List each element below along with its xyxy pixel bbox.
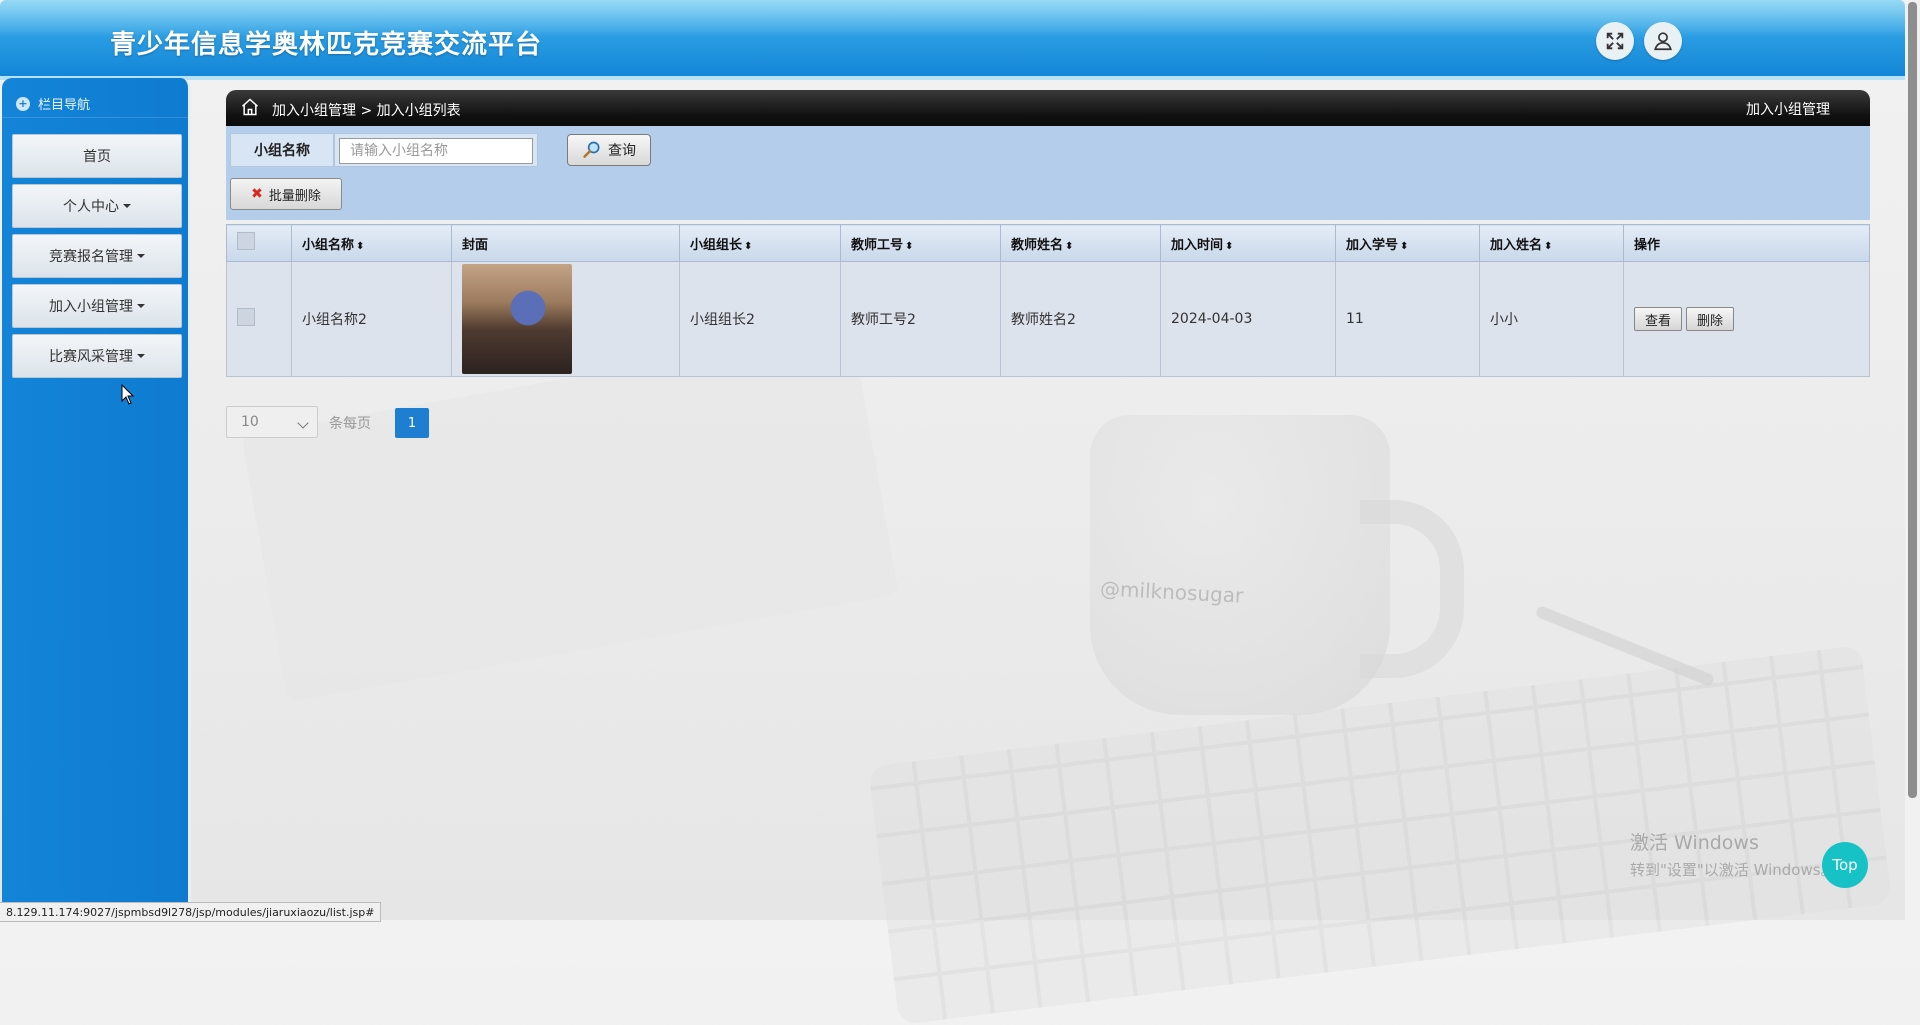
sort-icon: ⬍	[1400, 240, 1409, 252]
top-header: 青少年信息学奥林匹克竞赛交流平台	[0, 0, 1905, 80]
column-header[interactable]: 加入学号 ⬍	[1335, 224, 1480, 262]
home-icon[interactable]	[240, 97, 260, 117]
query-button[interactable]: 查询	[567, 134, 651, 166]
query-button-label: 查询	[608, 143, 636, 159]
column-header[interactable]: 小组名称 ⬍	[291, 224, 452, 262]
column-header[interactable]: 加入姓名 ⬍	[1479, 224, 1624, 262]
column-header[interactable]: 教师姓名 ⬍	[1000, 224, 1161, 262]
site-title: 青少年信息学奥林匹克竞赛交流平台	[110, 30, 543, 60]
view-button[interactable]: 查看	[1634, 307, 1683, 331]
fullscreen-button[interactable]	[1596, 22, 1634, 60]
sort-icon: ⬍	[744, 240, 753, 252]
group-name-search-input[interactable]	[339, 138, 533, 164]
windows-activation-watermark: 激活 Windows 转到"设置"以激活 Windows。	[1630, 828, 1836, 880]
mouse-cursor-icon	[121, 384, 135, 405]
row-select-cell	[226, 261, 292, 377]
join-group-table: 小组名称 ⬍ 封面 小组组长 ⬍ 教师工号 ⬍ 教师姓名 ⬍ 加入时间 ⬍ 加入学号 ⬍ 加…	[226, 224, 1870, 377]
chevron-down-icon	[297, 417, 309, 429]
column-header[interactable]: 教师工号 ⬍	[840, 224, 1001, 262]
user-button[interactable]	[1644, 22, 1682, 60]
page-size-value: 10	[241, 414, 259, 430]
search-label: 小组名称	[230, 133, 334, 167]
batch-delete-button[interactable]: ✖ 批量删除	[230, 178, 342, 210]
search-box	[334, 133, 538, 167]
sidebar-item-label: 首页	[83, 149, 111, 165]
sidebar-nav-header: + 栏目导航	[2, 90, 188, 118]
watermark-line2: 转到"设置"以激活 Windows。	[1630, 861, 1836, 879]
fullscreen-icon	[1606, 32, 1624, 50]
select-all-checkbox[interactable]	[237, 232, 255, 250]
delete-x-icon: ✖	[251, 186, 263, 202]
caret-down-icon	[123, 204, 131, 208]
sidebar-item-competition-signup[interactable]: 竞赛报名管理	[12, 234, 182, 278]
table-header-row: 小组名称 ⬍ 封面 小组组长 ⬍ 教师工号 ⬍ 教师姓名 ⬍ 加入时间 ⬍ 加入学号 ⬍ 加…	[226, 224, 1870, 262]
nav-circle-icon: +	[16, 96, 30, 111]
sidebar-item-personal-center[interactable]: 个人中心	[12, 184, 182, 228]
group-name-cell: 小组名称2	[291, 261, 452, 377]
sort-icon: ⬍	[1225, 240, 1234, 252]
sidebar-item-label: 个人中心	[63, 199, 119, 215]
column-header: 封面	[451, 224, 680, 262]
cover-image[interactable]	[462, 264, 572, 374]
actions-cell: 查看 删除	[1623, 261, 1870, 377]
sidebar-item-label: 竞赛报名管理	[49, 249, 133, 265]
sidebar-item-competition-gallery[interactable]: 比赛风采管理	[12, 334, 182, 378]
leader-cell: 小组组长2	[679, 261, 841, 377]
caret-down-icon	[137, 304, 145, 308]
per-page-label: 条每页	[329, 416, 371, 432]
breadcrumb-path: 加入小组管理 > 加入小组列表	[272, 103, 461, 119]
sidebar-item-home[interactable]: 首页	[12, 134, 182, 178]
sort-icon: ⬍	[1544, 240, 1553, 252]
select-all-header	[226, 224, 292, 262]
column-header: 操作	[1623, 224, 1870, 262]
delete-button[interactable]: 删除	[1686, 307, 1735, 331]
caret-down-icon	[137, 354, 145, 358]
table-row: 小组名称2 小组组长2 教师工号2 教师姓名2 2024-04-03 11 小小…	[226, 261, 1870, 377]
caret-down-icon	[137, 254, 145, 258]
background-tablet	[241, 328, 899, 702]
page-button-current[interactable]: 1	[395, 408, 429, 438]
sidebar-nav-title: 栏目导航	[38, 98, 91, 113]
browser-status-url: 8.129.11.174:9027/jspmbsd9l278/jsp/modul…	[0, 902, 382, 922]
search-icon	[583, 141, 600, 158]
sort-icon: ⬍	[356, 240, 365, 252]
student-name-cell: 小小	[1479, 261, 1624, 377]
sidebar-item-label: 比赛风采管理	[49, 349, 133, 365]
sort-icon: ⬍	[905, 240, 914, 252]
row-checkbox[interactable]	[237, 308, 255, 326]
column-header[interactable]: 加入时间 ⬍	[1160, 224, 1336, 262]
page-title: 加入小组管理	[1746, 102, 1830, 118]
sort-icon: ⬍	[1065, 240, 1074, 252]
page-scrollbar[interactable]	[1905, 0, 1920, 920]
teacher-no-cell: 教师工号2	[840, 261, 1001, 377]
breadcrumb: 加入小组管理 > 加入小组列表 加入小组管理	[226, 90, 1870, 126]
background-mug	[1090, 415, 1390, 715]
batch-delete-label: 批量删除	[268, 188, 321, 204]
sidebar: + 栏目导航 首页 个人中心 竞赛报名管理 加入小组管理 比赛风采管理	[2, 78, 191, 920]
watermark-line1: 激活 Windows	[1630, 832, 1759, 854]
join-time-cell: 2024-04-03	[1160, 261, 1336, 377]
sidebar-item-label: 加入小组管理	[49, 299, 133, 315]
column-header[interactable]: 小组组长 ⬍	[679, 224, 841, 262]
sidebar-item-join-group[interactable]: 加入小组管理	[12, 284, 182, 328]
search-panel: 小组名称 查询 ✖ 批量删除	[226, 126, 1870, 220]
back-to-top-button[interactable]: Top	[1822, 842, 1868, 888]
background-mug-handle	[1360, 500, 1464, 678]
user-icon	[1654, 32, 1672, 51]
teacher-name-cell: 教师姓名2	[1000, 261, 1161, 377]
student-no-cell: 11	[1335, 261, 1480, 377]
cover-cell	[451, 261, 680, 377]
page-size-select[interactable]: 10	[226, 406, 318, 438]
scrollbar-thumb[interactable]	[1908, 2, 1917, 798]
